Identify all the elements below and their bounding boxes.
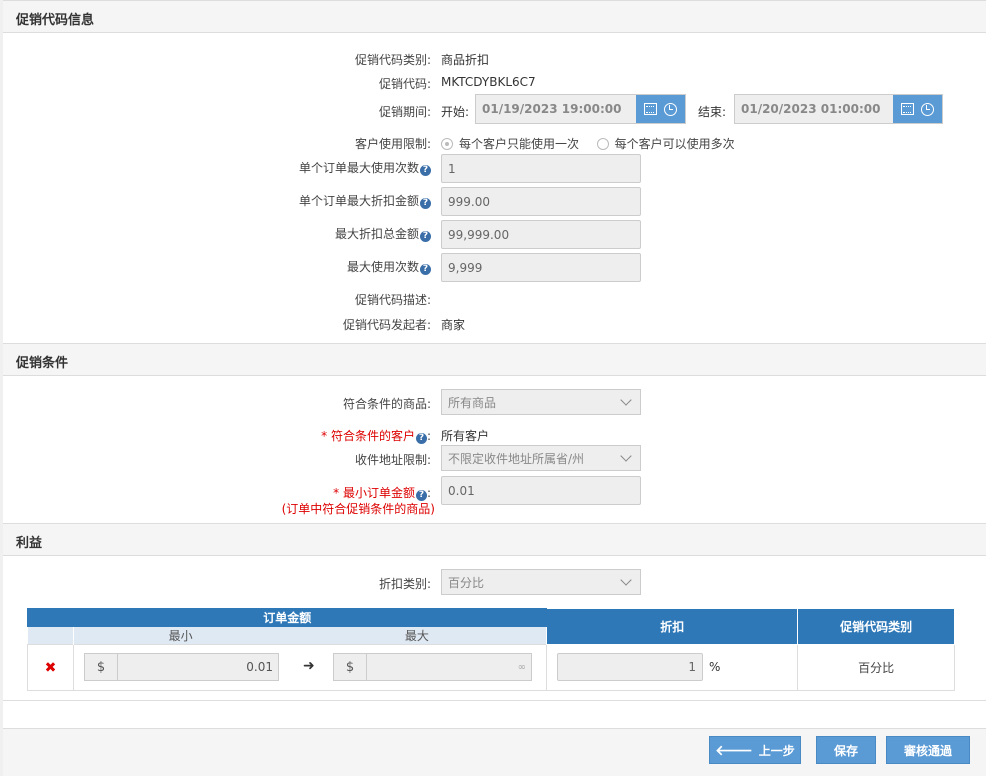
chevron-down-icon bbox=[620, 574, 632, 586]
delete-row-icon[interactable]: ✖ bbox=[27, 644, 74, 691]
max-total-discount-text: 最大折扣总金额 bbox=[334, 227, 419, 241]
promo-type-value: 商品折扣 bbox=[441, 53, 490, 67]
help-icon[interactable]: ? bbox=[420, 165, 431, 176]
description-label: 促销代码描述: bbox=[354, 293, 431, 307]
min-amount-value: 0.01 bbox=[246, 660, 273, 674]
arrow-right-icon: ➜ bbox=[303, 658, 315, 674]
code-type-value: 百分比 bbox=[797, 644, 955, 691]
initiator-label: 促销代码发起者: bbox=[342, 318, 431, 332]
initiator-value: 商家 bbox=[441, 318, 466, 332]
max-total-discount-field[interactable]: 99,999.00 bbox=[441, 220, 641, 249]
max-discount-per-order-text: 单个订单最大折扣金额 bbox=[298, 194, 419, 208]
max-uses-label: 最大使用次数? bbox=[347, 258, 431, 275]
period-label: 促销期间: bbox=[378, 105, 431, 119]
customers-label-text: 符合条件的客户 bbox=[330, 429, 415, 443]
discount-type-select-value: 百分比 bbox=[448, 575, 485, 590]
max-uses-per-order-label: 单个订单最大使用次数? bbox=[299, 159, 431, 176]
section-header-conditions: 促销条件 bbox=[3, 343, 986, 376]
discount-type-select[interactable]: 百分比 bbox=[441, 569, 641, 595]
end-date-buttons bbox=[893, 95, 942, 123]
usage-limit-options: 每个客户只能使用一次 每个客户可以使用多次 bbox=[441, 135, 735, 152]
radio-multi[interactable] bbox=[596, 138, 609, 150]
address-select[interactable]: 不限定收件地址所属省/州 bbox=[441, 445, 641, 471]
max-uses-field[interactable]: 9,999 bbox=[441, 253, 641, 282]
promo-code-label: 促销代码: bbox=[378, 77, 431, 91]
start-date-picker[interactable]: 01/19/2023 19:00:00 bbox=[475, 94, 686, 124]
start-label: 开始: bbox=[441, 105, 470, 119]
discount-type-label: 折扣类别: bbox=[378, 577, 431, 591]
col-max: 最大 bbox=[287, 626, 547, 645]
clock-icon[interactable] bbox=[664, 102, 678, 116]
calendar-icon[interactable] bbox=[643, 103, 657, 115]
col-blank bbox=[27, 626, 74, 645]
chevron-down-icon bbox=[620, 450, 632, 462]
max-uses-per-order-text: 单个订单最大使用次数 bbox=[298, 161, 419, 175]
help-icon[interactable]: ? bbox=[415, 433, 427, 444]
max-total-discount-label: 最大折扣总金额? bbox=[335, 225, 431, 242]
max-amount-value: ∞ bbox=[517, 661, 526, 673]
min-amount-field[interactable]: $ 0.01 bbox=[84, 653, 279, 681]
clock-icon[interactable] bbox=[921, 102, 935, 116]
start-date-value: 01/19/2023 19:00:00 bbox=[482, 102, 622, 116]
col-order-amount: 订单金额 bbox=[26, 608, 548, 627]
address-select-value: 不限定收件地址所属省/州 bbox=[448, 451, 585, 466]
section-header-info: 促销代码信息 bbox=[3, 0, 986, 33]
chevron-down-icon bbox=[620, 394, 632, 406]
radio-once[interactable] bbox=[441, 138, 453, 150]
max-discount-per-order-field[interactable]: 999.00 bbox=[441, 187, 641, 216]
customers-value: 所有客户 bbox=[441, 429, 490, 443]
calendar-icon[interactable] bbox=[900, 103, 914, 115]
help-icon[interactable]: ? bbox=[420, 264, 431, 275]
products-select[interactable]: 所有商品 bbox=[441, 389, 641, 415]
radio-multi-label: 每个客户可以使用多次 bbox=[614, 137, 735, 151]
end-label: 结束: bbox=[698, 105, 727, 119]
col-code-type: 促销代码类别 bbox=[797, 608, 955, 645]
section-header-benefit: 利益 bbox=[3, 523, 986, 556]
arrow-left-icon: 🡐 bbox=[715, 742, 753, 759]
min-order-note: (订单中符合促销条件的商品) bbox=[281, 502, 435, 516]
min-order-label: * 最小订单金额?: bbox=[333, 486, 431, 501]
back-button[interactable]: 🡐 上一步 bbox=[709, 736, 801, 764]
max-discount-per-order-label: 单个订单最大折扣金额? bbox=[299, 192, 431, 209]
promo-form-page: 促销代码信息 促销代码类别: 商品折扣 促销代码: MKTCDYBKL6C7 促… bbox=[3, 0, 986, 776]
divider bbox=[3, 700, 986, 701]
discount-field[interactable]: 1 bbox=[557, 653, 703, 681]
save-button[interactable]: 保存 bbox=[816, 736, 876, 764]
products-select-value: 所有商品 bbox=[448, 395, 497, 410]
section-title-info: 促销代码信息 bbox=[16, 13, 95, 28]
col-discount: 折扣 bbox=[546, 608, 799, 645]
promo-type-label: 促销代码类别: bbox=[354, 53, 431, 67]
percent-sign: % bbox=[709, 660, 721, 674]
customers-label: * 符合条件的客户?: bbox=[321, 429, 431, 444]
address-label: 收件地址限制: bbox=[354, 453, 431, 467]
min-order-field[interactable]: 0.01 bbox=[441, 476, 641, 505]
usage-limit-label: 客户使用限制: bbox=[354, 137, 431, 151]
max-amount-field[interactable]: $ ∞ bbox=[333, 653, 532, 681]
promo-code-value: MKTCDYBKL6C7 bbox=[441, 75, 536, 89]
min-order-label-text: 最小订单金额 bbox=[342, 486, 415, 500]
section-title-benefit: 利益 bbox=[16, 536, 43, 551]
help-icon[interactable]: ? bbox=[420, 198, 431, 209]
radio-once-label: 每个客户只能使用一次 bbox=[459, 137, 580, 151]
start-date-buttons bbox=[636, 95, 685, 123]
max-uses-text: 最大使用次数 bbox=[346, 260, 419, 274]
max-uses-per-order-field[interactable]: 1 bbox=[441, 154, 641, 183]
end-date-value: 01/20/2023 01:00:00 bbox=[741, 102, 881, 116]
help-icon[interactable]: ? bbox=[420, 231, 431, 242]
section-title-conditions: 促销条件 bbox=[16, 356, 69, 371]
col-min: 最小 bbox=[73, 626, 288, 645]
products-label: 符合条件的商品: bbox=[342, 397, 431, 411]
currency-symbol: $ bbox=[85, 654, 118, 680]
approve-button[interactable]: 審核通過 bbox=[886, 736, 970, 764]
currency-symbol: $ bbox=[334, 654, 367, 680]
back-button-label: 上一步 bbox=[758, 743, 795, 758]
end-date-picker[interactable]: 01/20/2023 01:00:00 bbox=[734, 94, 943, 124]
